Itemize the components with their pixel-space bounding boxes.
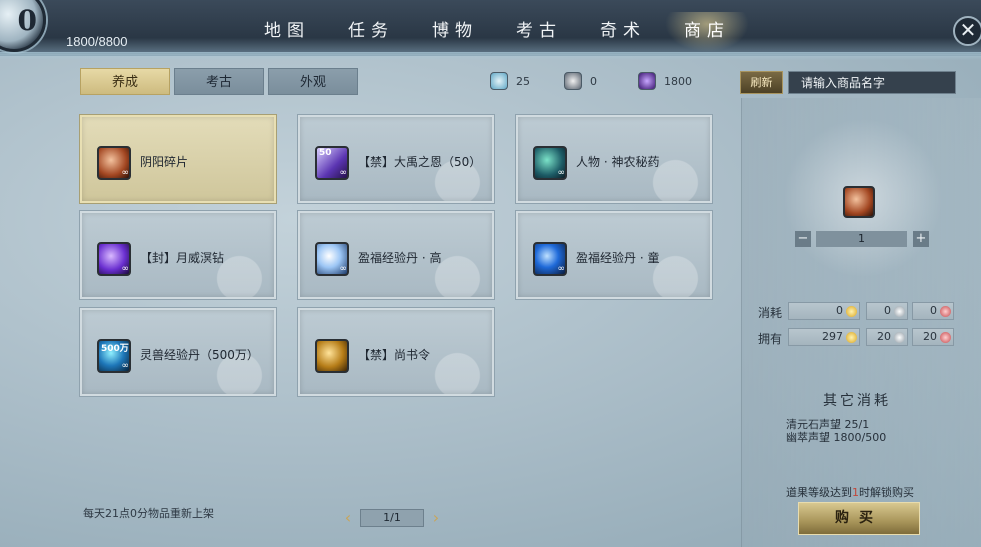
herb-icon: ∞ (533, 146, 567, 180)
item-name: 人物 · 神农秘药 (576, 155, 660, 169)
beast-pill-icon: 500万 ∞ (97, 339, 131, 373)
item-name: 阴阳碎片 (140, 155, 189, 169)
main-nav: 地图 任务 博物 考古 奇术 商店 (245, 12, 749, 52)
owned-gold: 297 (788, 328, 860, 346)
currency-orb: 1800 (638, 72, 712, 90)
shard-icon: ∞ (97, 146, 131, 180)
infinity-icon: ∞ (557, 168, 566, 178)
nav-tab-map[interactable]: 地图 (245, 12, 329, 52)
stone-icon (490, 72, 508, 90)
cost-red: 0 (912, 302, 954, 320)
shop-item-card[interactable]: ∞ 盈福经验丹 · 高 (297, 210, 495, 300)
item-badge: 500万 (101, 344, 129, 354)
nav-tab-magic[interactable]: 奇术 (581, 12, 665, 52)
nav-tab-quest[interactable]: 任务 (329, 12, 413, 52)
currency-stone: 25 (490, 72, 564, 90)
refresh-button[interactable]: 刷新 (740, 71, 783, 94)
owned-silver: 20 (866, 328, 908, 346)
other-cost-line: 幽萃声望 1800/500 (786, 431, 887, 444)
level-badge: 0 (0, 0, 46, 52)
level-number: 0 (17, 3, 37, 37)
silver-coin-icon (894, 332, 905, 343)
gold-coin-icon (846, 306, 857, 317)
shop-item-card[interactable]: ∞ 阴阳碎片 (79, 114, 277, 204)
nav-tab-archaeology[interactable]: 考古 (497, 12, 581, 52)
cost-gold-value: 0 (836, 304, 843, 317)
orb-icon (638, 72, 656, 90)
cost-label: 消耗 (758, 306, 783, 320)
shop-item-card[interactable]: 500万 ∞ 灵兽经验丹（500万） (79, 307, 277, 397)
currency-stone-value: 25 (516, 74, 530, 88)
infinity-icon: ∞ (339, 264, 348, 274)
owned-red-value: 20 (923, 330, 937, 343)
quantity-field[interactable]: 1 (816, 231, 907, 247)
top-nav-bar: 0 1800/8800 地图 任务 博物 考古 奇术 商店 ✕ (0, 0, 981, 60)
nav-tab-museum[interactable]: 博物 (413, 12, 497, 52)
shop-item-card[interactable]: 50 ∞ 【禁】大禹之恩（50） (297, 114, 495, 204)
shop-item-card[interactable]: ∞ 人物 · 神农秘药 (515, 114, 713, 204)
tab-appearance[interactable]: 外观 (268, 68, 358, 95)
currency-orb-value: 1800 (664, 74, 692, 88)
red-coin-icon (940, 332, 951, 343)
infinity-icon: ∞ (121, 264, 130, 274)
gem-icon: ∞ (97, 242, 131, 276)
item-name: 盈福经验丹 · 高 (358, 251, 442, 265)
unlock-prefix: 道果等级达到 (786, 486, 852, 499)
unlock-level: 1 (852, 486, 859, 499)
unlock-suffix: 时解锁购买 (859, 486, 914, 499)
close-button[interactable]: ✕ (953, 16, 981, 46)
next-page-button[interactable]: › (428, 508, 444, 527)
item-name: 盈福经验丹 · 童 (576, 251, 660, 265)
item-badge: 50 (319, 148, 332, 158)
selected-item-icon (843, 186, 875, 218)
owned-red: 20 (912, 328, 954, 346)
cost-red-value: 0 (930, 304, 937, 317)
owned-silver-value: 20 (877, 330, 891, 343)
infinity-icon: ∞ (557, 264, 566, 274)
token-icon (315, 339, 349, 373)
pill-white-icon: ∞ (315, 242, 349, 276)
pill-blue-icon: ∞ (533, 242, 567, 276)
quantity-minus-button[interactable]: − (795, 231, 811, 247)
other-cost-title: 其它消耗 (823, 393, 891, 409)
category-tabs: 养成 考古 外观 (80, 68, 358, 95)
shop-item-card[interactable]: ∞ 盈福经验丹 · 童 (515, 210, 713, 300)
red-coin-icon (940, 306, 951, 317)
unlock-note: 道果等级达到1时解锁购买 (786, 484, 914, 500)
cost-silver-value: 0 (884, 304, 891, 317)
restock-note: 每天21点0分物品重新上架 (83, 507, 214, 520)
exp-progress-text: 1800/8800 (66, 34, 128, 49)
item-name: 【封】月威溟钻 (140, 251, 225, 265)
cat-icon (564, 72, 582, 90)
item-name: 灵兽经验丹（500万） (140, 348, 259, 362)
currency-cat: 0 (564, 72, 638, 90)
owned-gold-value: 297 (822, 330, 843, 343)
buy-button[interactable]: 购买 (798, 502, 920, 535)
pagination: ‹ 1/1 › (340, 508, 444, 527)
page-indicator: 1/1 (360, 508, 424, 527)
cost-silver: 0 (866, 302, 908, 320)
currency-bar: 25 0 1800 (490, 72, 712, 90)
tab-archaeology[interactable]: 考古 (174, 68, 264, 95)
book-icon: 50 ∞ (315, 146, 349, 180)
item-name: 【禁】尚书令 (358, 348, 431, 362)
infinity-icon: ∞ (339, 168, 348, 178)
prev-page-button[interactable]: ‹ (340, 508, 356, 527)
item-name: 【禁】大禹之恩（50） (358, 155, 482, 169)
cost-gold: 0 (788, 302, 860, 320)
currency-cat-value: 0 (590, 74, 597, 88)
owned-label: 拥有 (758, 332, 783, 346)
shop-item-card[interactable]: 【禁】尚书令 (297, 307, 495, 397)
silver-coin-icon (894, 306, 905, 317)
gold-coin-icon (846, 332, 857, 343)
shop-item-card[interactable]: ∞ 【封】月威溟钻 (79, 210, 277, 300)
search-input[interactable] (788, 71, 956, 94)
tab-cultivation[interactable]: 养成 (80, 68, 170, 95)
infinity-icon: ∞ (121, 361, 130, 371)
infinity-icon: ∞ (121, 168, 130, 178)
quantity-plus-button[interactable]: + (913, 231, 929, 247)
nav-tab-shop[interactable]: 商店 (665, 12, 749, 52)
